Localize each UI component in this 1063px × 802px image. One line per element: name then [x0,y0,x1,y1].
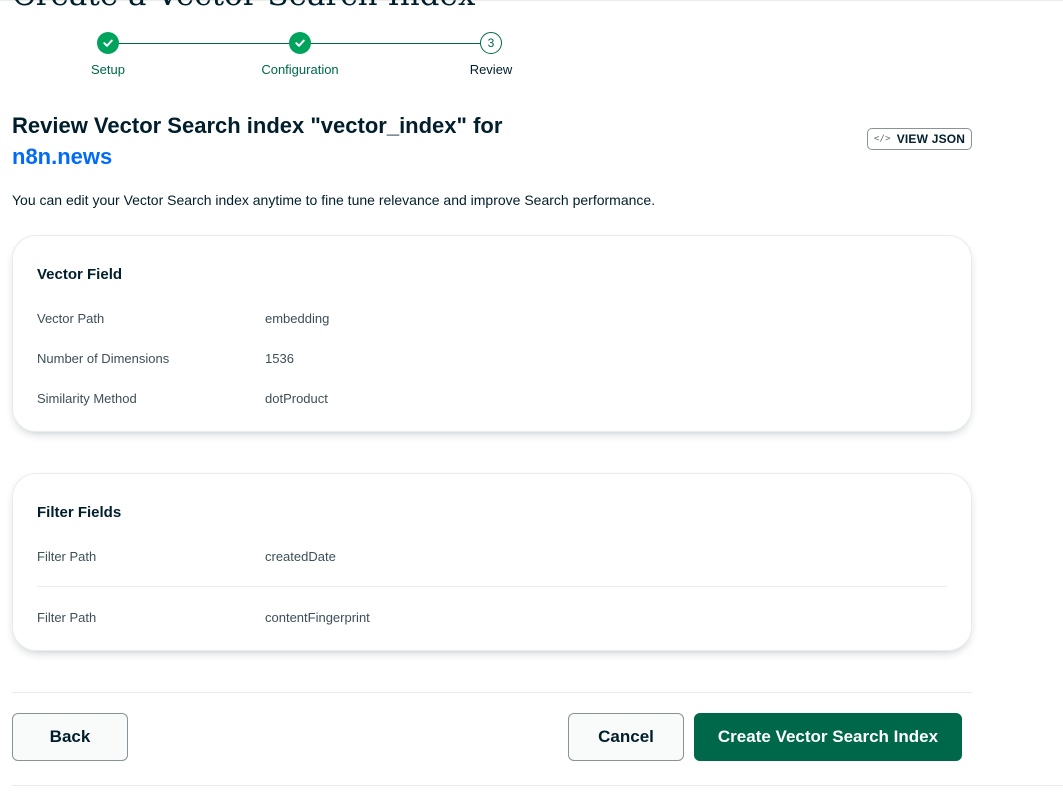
step-configuration-check-icon [289,32,311,54]
similarity-label: Similarity Method [37,391,137,406]
step-review-number: 3 [480,32,502,54]
filter-path-label: Filter Path [37,549,97,564]
footer-divider [12,692,972,693]
database-link[interactable]: n8n.news [12,142,112,172]
vector-field-card: Vector Field Vector Path embedding Numbe… [12,235,972,432]
vector-path-value: embedding [265,311,330,326]
filter-fields-card: Filter Fields Filter Path createdDate Fi… [12,473,972,651]
review-title: Review Vector Search index "vector_index… [12,113,503,138]
cancel-button[interactable]: Cancel [568,713,684,761]
filter-fields-title: Filter Fields [37,504,122,521]
step-setup-label: Setup [91,62,125,77]
filter-path-label: Filter Path [37,610,97,625]
bottom-divider [12,785,1063,786]
vector-field-title: Vector Field [37,266,123,283]
dimensions-label: Number of Dimensions [37,351,170,366]
code-icon: </> [873,134,891,144]
filter-path-value: createdDate [265,549,336,564]
stepper-connector-2 [311,43,480,44]
filter-row-divider [37,586,947,587]
stepper-connector-1 [119,43,289,44]
vector-path-label: Vector Path [37,311,105,326]
create-vector-search-index-button[interactable]: Create Vector Search Index [694,713,962,761]
similarity-value: dotProduct [265,391,328,406]
view-json-label: VIEW JSON [896,132,966,146]
view-json-button[interactable]: </> VIEW JSON [867,128,972,150]
back-button[interactable]: Back [12,713,128,761]
wizard-stepper: Setup Configuration 3 Review [0,0,600,90]
page: Create a Vector Search Index Setup Confi… [0,0,1063,802]
step-setup-check-icon [97,32,119,54]
filter-path-value: contentFingerprint [265,610,370,625]
review-description: You can edit your Vector Search index an… [12,192,656,208]
step-review-label: Review [469,62,513,77]
dimensions-value: 1536 [265,351,294,366]
step-configuration-label: Configuration [261,62,339,77]
